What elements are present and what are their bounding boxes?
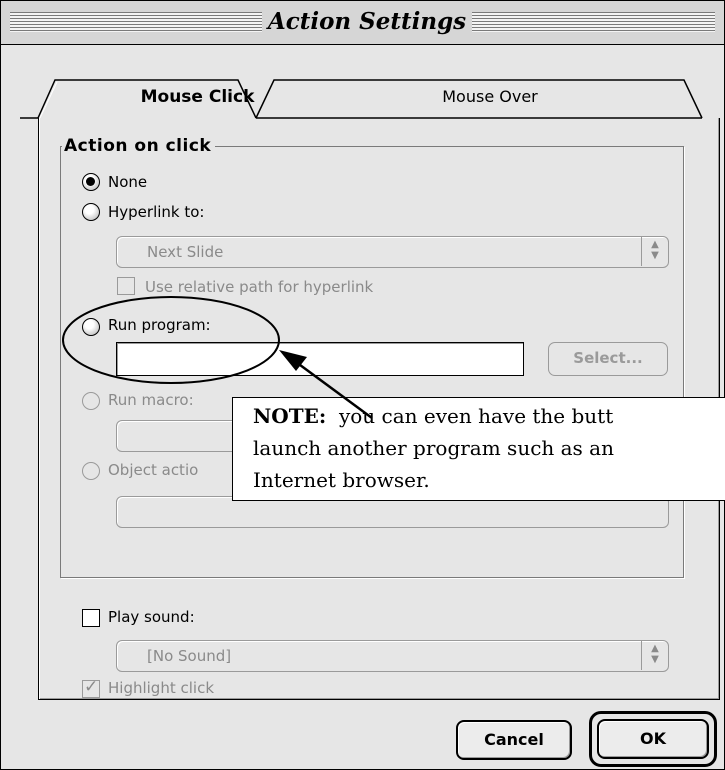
relative-path-checkbox[interactable] <box>117 277 135 295</box>
run-program-radio[interactable] <box>82 318 100 336</box>
note-line-3: Internet browser. <box>253 468 430 492</box>
hyperlink-radio[interactable] <box>82 203 100 221</box>
object-action-radio[interactable] <box>82 462 100 480</box>
tab-mouse-click[interactable]: Mouse Click <box>90 84 305 110</box>
run-macro-radio[interactable] <box>82 392 100 410</box>
none-label: None <box>108 173 148 191</box>
note-line-2: launch another program such as an <box>253 436 614 460</box>
none-radio[interactable] <box>82 173 100 191</box>
tab-mouse-over[interactable]: Mouse Over <box>385 84 595 110</box>
note-bold: NOTE: <box>253 404 327 428</box>
play-sound-checkbox[interactable] <box>82 609 100 627</box>
highlight-click-label: Highlight click <box>108 679 215 697</box>
ok-button[interactable]: OK <box>597 719 709 759</box>
sound-popup-value: [No Sound] <box>147 647 232 665</box>
action-group-legend: Action on click <box>62 134 216 158</box>
annotation-note: NOTE: you can even have the butt launch … <box>232 397 725 501</box>
play-sound-label: Play sound: <box>108 608 195 626</box>
hyperlink-popup-value: Next Slide <box>147 243 224 261</box>
popup-arrows-icon: ▲ ▼ <box>651 239 659 261</box>
note-line-1: you can even have the butt <box>338 404 614 428</box>
window-title: Action Settings <box>262 6 472 38</box>
run-macro-label: Run macro: <box>108 391 194 409</box>
run-program-field[interactable] <box>116 342 524 376</box>
hyperlink-label: Hyperlink to: <box>108 203 205 221</box>
object-action-label: Object actio <box>108 461 199 479</box>
cancel-button[interactable]: Cancel <box>456 720 572 760</box>
select-button[interactable]: Select... <box>548 342 668 376</box>
run-program-label: Run program: <box>108 316 211 334</box>
highlight-click-checkbox[interactable] <box>82 677 100 698</box>
relative-path-label: Use relative path for hyperlink <box>145 278 374 296</box>
hyperlink-popup[interactable]: Next Slide ▲ ▼ <box>116 236 669 268</box>
sound-popup[interactable]: [No Sound] ▲ ▼ <box>116 640 669 672</box>
popup-arrows-icon: ▲ ▼ <box>651 643 659 665</box>
